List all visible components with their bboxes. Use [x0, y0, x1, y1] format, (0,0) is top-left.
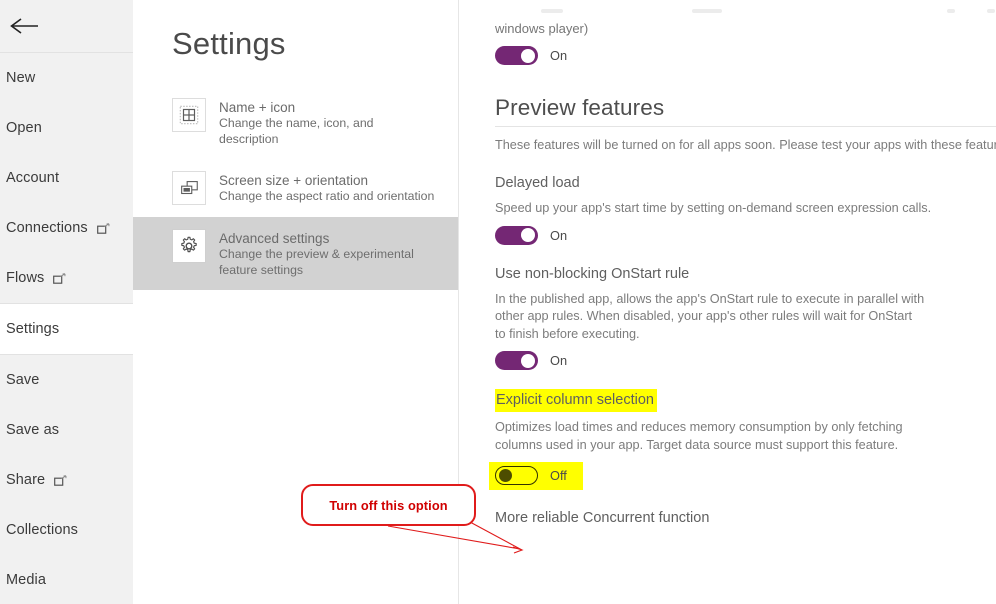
sidebar-item-label: Collections [6, 522, 79, 538]
back-arrow-icon [10, 18, 38, 34]
feature-toggle-delayed-load[interactable]: On [495, 225, 568, 245]
settings-category-list: Name + icon Change the name, icon, and d… [133, 86, 458, 290]
settings-category-title: Advanced settings [219, 231, 330, 246]
page-title: Settings [172, 26, 286, 61]
sidebar-item-share[interactable]: Share [0, 455, 133, 505]
external-link-icon [96, 223, 110, 235]
feature-description: In the published app, allows the app's O… [495, 291, 925, 341]
feature-title: Explicit column selection [495, 389, 657, 412]
sidebar-item-settings[interactable]: Settings [0, 304, 133, 354]
clipped-description-text: windows player) [495, 21, 589, 36]
sidebar-item-label: Settings [6, 321, 60, 337]
sidebar-item-label: Connections [6, 220, 88, 236]
settings-window: New Open Account Connections Flows Setti… [0, 0, 996, 604]
sidebar-item-label: Share [6, 472, 46, 488]
feature-title: Delayed load [495, 175, 580, 191]
feature-delayed-load: Delayed load Speed up your app's start t… [495, 173, 996, 245]
toggle-state-label: On [550, 227, 568, 243]
external-link-icon [54, 475, 67, 487]
toggle-switch[interactable] [495, 466, 538, 485]
external-link-icon [53, 273, 66, 285]
clipped-text-row [517, 6, 996, 16]
feature-concurrent-function: More reliable Concurrent function [495, 508, 996, 528]
settings-category-screen-size[interactable]: Screen size + orientation Change the asp… [133, 159, 458, 217]
toggle-switch[interactable] [495, 351, 538, 370]
annotation-text: Turn off this option [329, 497, 448, 513]
settings-category-subtitle: Change the preview & experimental featur… [219, 247, 414, 277]
sidebar-item-connections[interactable]: Connections [0, 203, 133, 253]
toggle-switch[interactable] [495, 46, 538, 65]
settings-category-advanced[interactable]: Advanced settings Change the preview & e… [133, 217, 458, 290]
section-heading-preview-features: Preview features [495, 95, 996, 127]
sidebar-item-media[interactable]: Media [0, 555, 133, 604]
settings-category-title: Name + icon [219, 100, 296, 115]
sidebar-item-open[interactable]: Open [0, 103, 133, 153]
sidebar-item-new[interactable]: New [0, 53, 133, 103]
toggle-state-label: Off [550, 468, 567, 483]
sidebar-item-label: Open [6, 120, 42, 136]
sidebar-item-flows[interactable]: Flows [0, 253, 133, 303]
settings-category-subtitle: Change the name, icon, and description [219, 116, 374, 146]
left-nav-rail: New Open Account Connections Flows Setti… [0, 0, 133, 604]
toggle-state-label: On [550, 353, 568, 368]
sidebar-item-label: Account [6, 170, 60, 186]
toggle-switch[interactable] [495, 225, 538, 245]
sidebar-item-label: Flows [6, 270, 45, 286]
feature-title: More reliable Concurrent function [495, 510, 710, 526]
settings-category-title: Screen size + orientation [219, 173, 368, 188]
sidebar-item-label: New [6, 70, 36, 86]
feature-toggle-explicit-column-selection[interactable]: Off [489, 462, 583, 490]
sidebar-item-account[interactable]: Account [0, 153, 133, 203]
settings-category-subtitle: Change the aspect ratio and orientation [219, 189, 435, 203]
toggle-state-label: On [550, 48, 568, 63]
sidebar-item-label: Media [6, 572, 46, 588]
settings-category-name-icon[interactable]: Name + icon Change the name, icon, and d… [133, 86, 458, 159]
gear-icon [172, 229, 206, 263]
grid-icon [172, 98, 206, 132]
screen-size-icon [172, 171, 206, 205]
feature-description: Speed up your app's start time by settin… [495, 201, 932, 215]
feature-non-blocking-onstart: Use non-blocking OnStart rule In the pub… [495, 264, 996, 370]
feature-explicit-column-selection: Explicit column selection Optimizes load… [489, 389, 996, 490]
sidebar-item-save[interactable]: Save [0, 355, 133, 405]
back-button[interactable] [0, 0, 133, 52]
feature-toggle-non-blocking-onstart[interactable]: On [495, 351, 567, 370]
sidebar-item-label: Save as [6, 422, 60, 438]
annotation-callout: Turn off this option [301, 484, 476, 526]
advanced-settings-detail-pane: windows player) On Preview features Thes… [459, 0, 996, 604]
sidebar-item-collections[interactable]: Collections [0, 505, 133, 555]
feature-title: Use non-blocking OnStart rule [495, 265, 690, 282]
top-feature-toggle[interactable]: On [495, 46, 567, 65]
feature-description: Optimizes load times and reduces memory … [495, 420, 903, 452]
sidebar-item-label: Save [6, 372, 40, 388]
section-description: These features will be turned on for all… [495, 138, 996, 152]
sidebar-item-save-as[interactable]: Save as [0, 405, 133, 455]
